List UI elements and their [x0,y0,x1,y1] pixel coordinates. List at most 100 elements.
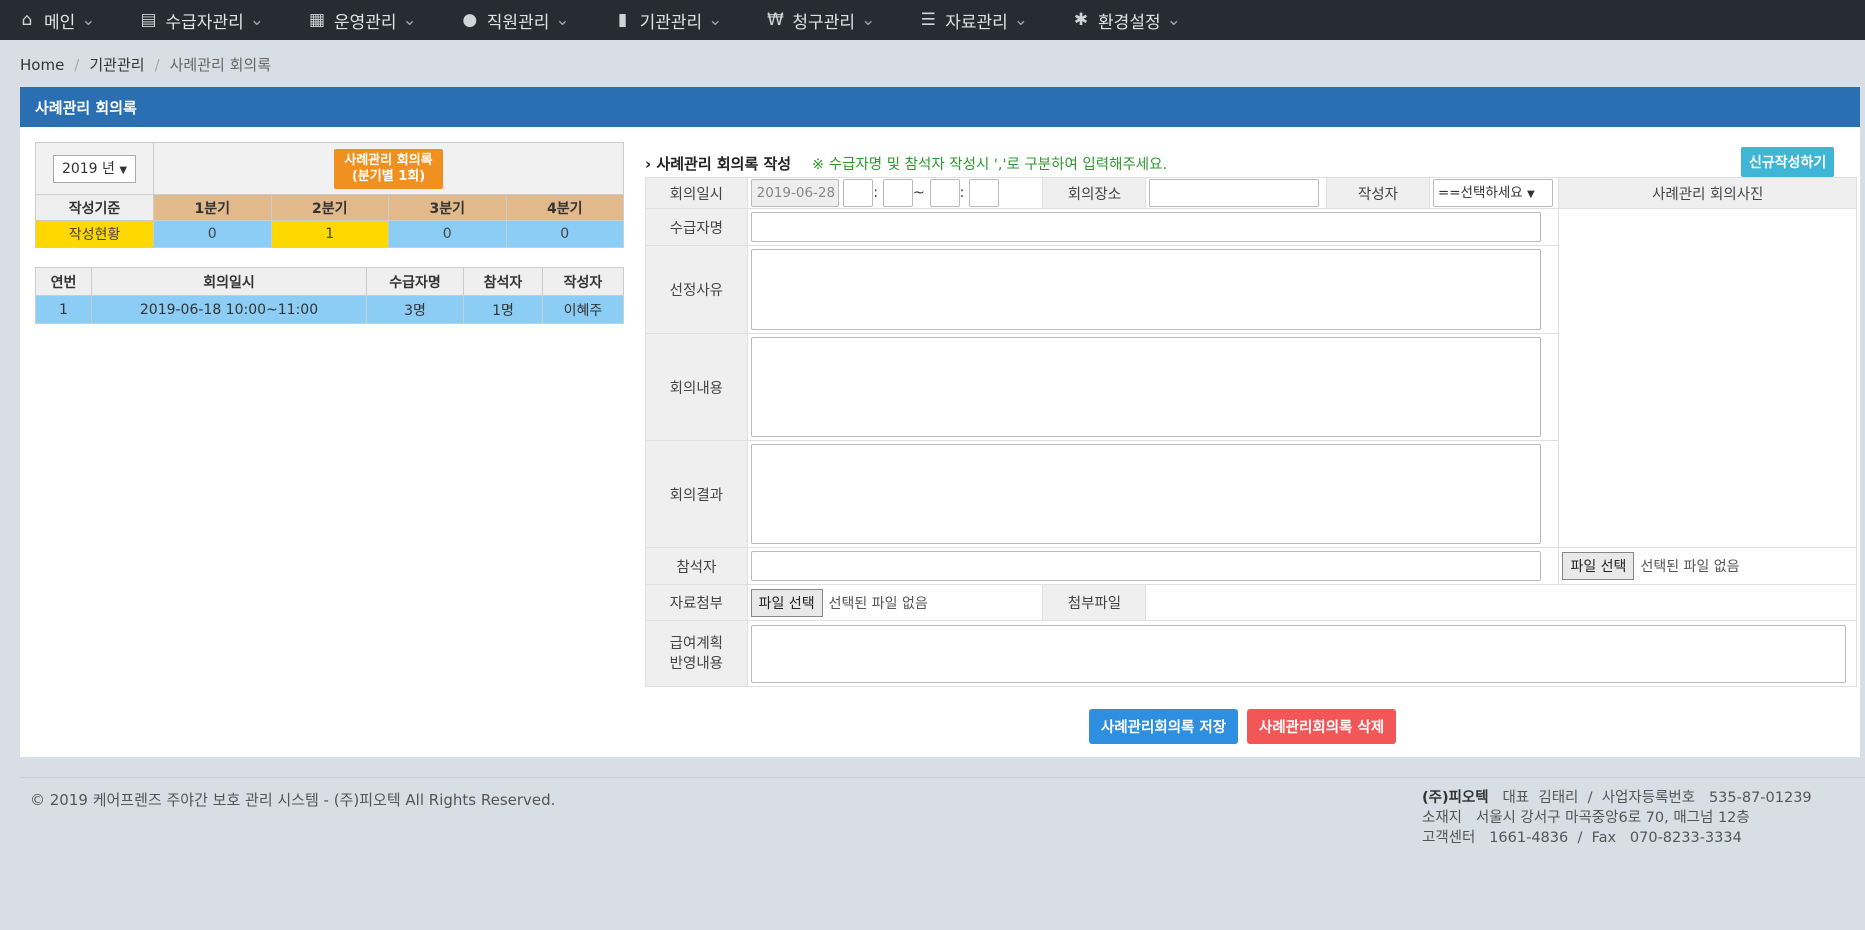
label-datetime: 회의일시 [645,177,748,209]
new-write-button[interactable]: 신규작성하기 [1741,147,1835,177]
start-minute-input[interactable] [882,179,913,207]
nav-label: 운영관리 [333,12,397,33]
col-header-datetime: 회의일시 [91,267,367,296]
quarter-4-count: 0 [505,220,624,248]
list-icon: ☰ [920,10,936,30]
year-value: 2019 년 [61,160,115,177]
caret-down-icon: ▼ [119,164,128,176]
label-attached-file: 첨부파일 [1042,584,1147,621]
photo-file-cell: 파일 선택 선택된 파일 없음 [1558,547,1857,585]
nav-label: 수급자관리 [165,12,244,33]
nav-main[interactable]: ⌂ 메인 ⌄ [18,0,96,40]
date-input[interactable]: 2019-06-28 [750,179,839,207]
time-tilde: ~ [912,185,925,201]
place-input[interactable] [1149,179,1320,207]
delete-button[interactable]: 사례관리회의록 삭제 [1247,709,1397,744]
recipient-input[interactable] [750,212,1541,242]
fax-number: 070-8233-3334 [1629,830,1742,846]
attach-file-button[interactable]: 파일 선택 [750,588,823,617]
result-textarea[interactable] [750,444,1541,544]
end-hour-input[interactable] [929,179,960,207]
company-name: (주)피오텍 [1422,790,1489,806]
quarter-2-count: 1 [270,220,389,248]
nav-operation[interactable]: ▦ 운영관리 ⌄ [308,0,417,40]
breadcrumb-section[interactable]: 기관관리 [89,54,144,75]
users-icon: ● [462,10,478,30]
main-panel: 사례관리 회의록 2019 년 ▼ 사례관리 회의록 (분기별 1회) 작성기준 … [20,87,1860,757]
cell-attendee: 1명 [463,295,543,324]
benefit-plan-cell [746,620,1858,687]
biz-label: 사업자등록번호 [1601,790,1696,806]
caret-down-icon: ▼ [1526,189,1535,200]
content-textarea[interactable] [750,337,1541,437]
reason-cell [746,245,1560,334]
chevron-down-icon: ⌄ [1013,10,1029,30]
calendar-icon: ▦ [308,10,326,30]
table-row[interactable]: 1 2019-06-18 10:00~11:00 3명 1명 이혜주 [35,295,624,324]
address-label: 소재지 [1422,810,1463,826]
datetime-cell: 2019-06-28 : ~ : [746,177,1044,209]
col-header-no: 연번 [35,267,92,296]
reason-textarea[interactable] [750,249,1541,330]
footer-divider [20,777,1865,778]
nav-staff[interactable]: ● 직원관리 ⌄ [461,0,570,40]
year-select[interactable]: 2019 년 ▼ [52,154,137,183]
badge-cell: 사례관리 회의록 (분기별 1회) [153,142,624,195]
label-attendee: 참석자 [645,547,748,585]
nav-recipient[interactable]: ▤ 수급자관리 ⌄ [140,0,264,40]
home-icon: ⌂ [21,10,33,30]
breadcrumb-separator: / [74,55,80,74]
label-content: 회의내용 [645,333,748,441]
attendee-input[interactable] [750,551,1541,581]
chevron-down-icon: ⌄ [1166,10,1181,30]
nav-label: 청구관리 [792,12,855,33]
quarter-summary-table: 2019 년 ▼ 사례관리 회의록 (분기별 1회) 작성기준 1분기 2분기 3… [35,142,624,248]
separator: / [1587,790,1593,806]
quarter-1-header: 1분기 [153,194,272,221]
nav-label: 환경설정 [1098,12,1161,33]
label-photo: 사례관리 회의사진 [1558,177,1857,209]
row-label-standard: 작성기준 [35,194,154,221]
nav-label: 자료관리 [945,12,1008,33]
chevron-down-icon: ⌄ [555,10,570,30]
label-reason: 선정사유 [645,245,748,334]
quarter-3-header: 3분기 [388,194,507,221]
cell-datetime: 2019-06-18 10:00~11:00 [91,295,367,324]
minutes-list-table: 연번 회의일시 수급자명 참석자 작성자 1 2019-06-18 10:00~… [35,267,624,324]
col-header-author: 작성자 [542,267,624,296]
minutes-badge: 사례관리 회의록 (분기별 1회) [334,148,443,189]
cs-label: 고객센터 [1422,830,1476,846]
author-cell: ==선택하세요 ▼ [1428,177,1560,209]
label-author: 작성자 [1325,177,1430,209]
panel-title: 사례관리 회의록 [20,87,1860,127]
author-select[interactable]: ==선택하세요 ▼ [1432,179,1553,207]
top-navigation: ⌂ 메인 ⌄ ▤ 수급자관리 ⌄ ▦ 운영관리 ⌄ ● 직원관리 ⌄ ▮ 기관관리 ⌄ ₩ 청구관리 ⌄… [0,0,1865,40]
chevron-down-icon: ⌄ [708,10,723,30]
photo-file-button[interactable]: 파일 선택 [1562,552,1635,580]
cell-recipient: 3명 [366,295,464,324]
chevron-down-icon: ⌄ [81,10,96,30]
breadcrumb-home[interactable]: Home [20,56,64,74]
result-cell [746,440,1560,548]
place-cell [1145,177,1327,209]
time-colon: : [959,185,965,201]
nav-settings[interactable]: ✱ 환경설정 ⌄ [1072,0,1181,40]
photo-area[interactable] [1558,208,1857,548]
label-attach: 자료첨부 [645,584,748,621]
form-title-text: 사례관리 회의록 작성 [656,155,792,173]
chevron-down-icon: ⌄ [402,10,417,30]
end-minute-input[interactable] [969,179,1000,207]
nav-billing[interactable]: ₩ 청구관리 ⌄ [766,0,875,40]
breadcrumb: Home / 기관관리 / 사례관리 회의록 [20,54,271,75]
nav-data[interactable]: ☰ 자료관리 ⌄ [919,0,1028,40]
label-place: 회의장소 [1042,177,1147,209]
label-benefit-plan: 급여계획 반영내용 [645,620,748,687]
start-hour-input[interactable] [843,179,874,207]
attach-cell: 파일 선택 선택된 파일 없음 [746,584,1044,621]
nav-institution[interactable]: ▮ 기관관리 ⌄ [614,0,723,40]
breadcrumb-separator: / [154,55,160,74]
badge-line2: (분기별 1회) [351,168,426,184]
save-button[interactable]: 사례관리회의록 저장 [1089,709,1239,744]
ceo-label: 대표 [1502,790,1530,806]
benefit-plan-textarea[interactable] [750,624,1846,683]
